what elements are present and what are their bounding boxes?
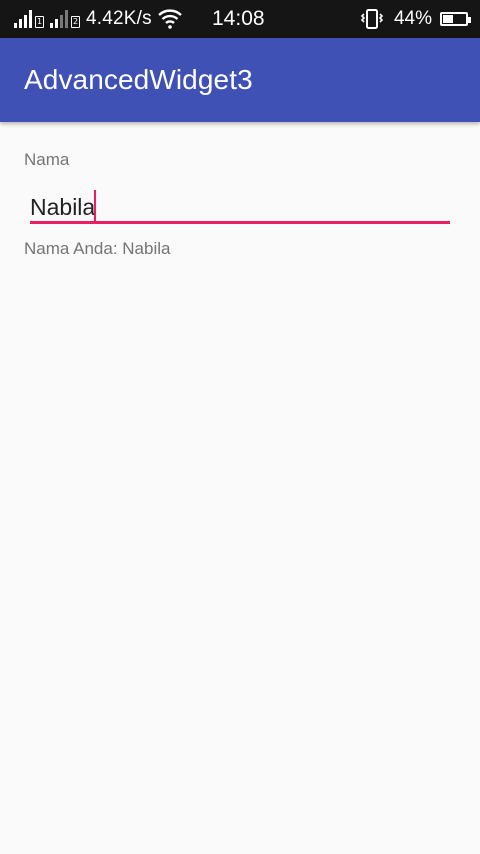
app-title: AdvancedWidget3 <box>24 64 253 95</box>
signal-icon <box>50 10 70 28</box>
sim1-badge: 1 <box>35 16 44 28</box>
name-input-text: Nabila <box>30 190 97 222</box>
wifi-icon <box>158 9 182 29</box>
app-bar: AdvancedWidget3 <box>0 38 480 122</box>
name-input-value: Nabila <box>30 194 96 220</box>
text-cursor <box>94 190 97 222</box>
name-input[interactable]: Nabila <box>30 184 450 226</box>
network-speed: 4.42K/s <box>86 8 152 29</box>
battery-tip <box>468 17 471 23</box>
battery-percent: 44% <box>393 8 432 29</box>
name-output-text: Nama Anda: Nabila <box>24 239 171 258</box>
battery-icon <box>440 12 471 26</box>
vibrate-icon <box>360 9 384 29</box>
status-bar-right: 44% <box>360 0 471 38</box>
name-input-underline <box>30 221 450 224</box>
sim2-badge: 2 <box>71 16 80 28</box>
sim2-signal: 2 <box>50 10 80 28</box>
battery-level-fill <box>443 15 453 23</box>
status-bar: 1 2 4.42K/s 14:08 44% <box>0 0 480 38</box>
sim1-signal: 1 <box>14 10 44 28</box>
status-clock: 14:08 <box>212 7 265 30</box>
signal-icon <box>14 10 34 28</box>
name-field-label: Nama <box>24 150 70 169</box>
status-bar-left: 1 2 4.42K/s <box>14 0 182 38</box>
screen: 1 2 4.42K/s 14:08 44% AdvancedWidget3 Na… <box>0 0 480 854</box>
